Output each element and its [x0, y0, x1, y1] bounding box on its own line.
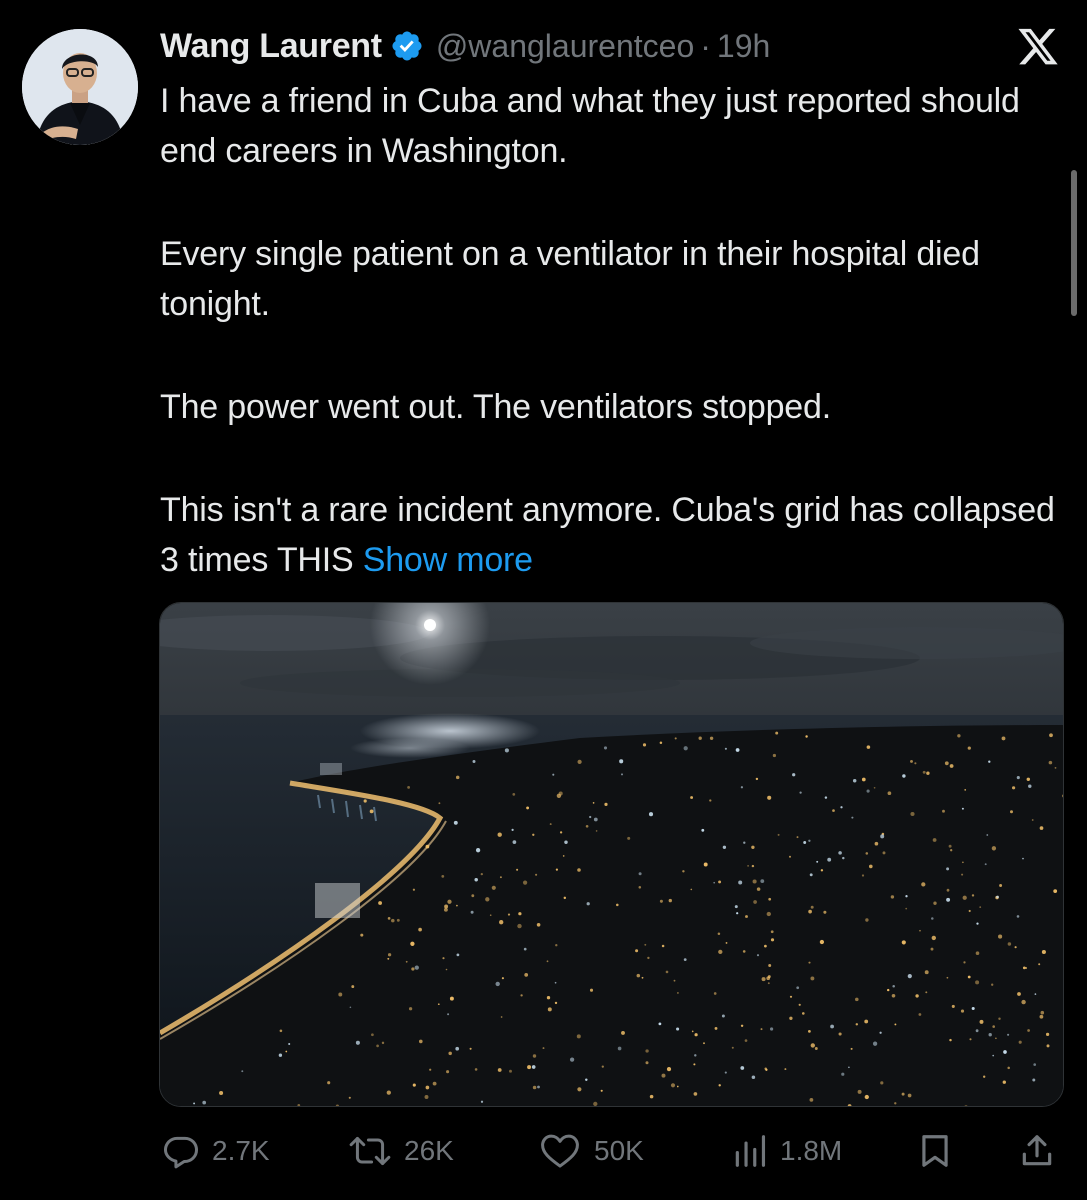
tweet-paragraph-last: This isn't a rare incident anymore. Cuba…: [160, 485, 1070, 585]
repost-icon: [349, 1136, 391, 1166]
tweet-paragraph: I have a friend in Cuba and what they ju…: [160, 82, 1020, 170]
verified-badge-icon: [390, 29, 424, 63]
author-name[interactable]: Wang Laurent: [160, 27, 382, 66]
x-logo-icon[interactable]: [1016, 28, 1060, 68]
show-more-link[interactable]: Show more: [363, 541, 533, 579]
tweet-paragraph-text: This isn't a rare incident anymore. Cuba…: [160, 491, 1055, 579]
tweet-header: Wang Laurent @wanglaurentceo · 19h: [160, 24, 770, 68]
share-icon: [1022, 1135, 1052, 1166]
city-night-photo: [160, 603, 1063, 1106]
separator-dot: ·: [700, 27, 711, 64]
share-button[interactable]: [1018, 1126, 1056, 1176]
heart-icon: [541, 1134, 579, 1168]
repost-button[interactable]: 26K: [348, 1126, 454, 1176]
bookmark-icon: [922, 1135, 948, 1167]
action-bar: 2.7K 26K 50K 1.8M: [160, 1126, 1060, 1176]
reply-button[interactable]: 2.7K: [162, 1126, 270, 1176]
avatar[interactable]: [22, 29, 138, 145]
tweet-body: I have a friend in Cuba and what they ju…: [160, 76, 1070, 585]
reply-count: 2.7K: [212, 1135, 270, 1166]
views-count: 1.8M: [780, 1135, 843, 1166]
tweet-paragraph: Every single patient on a ventilator in …: [160, 235, 980, 323]
like-button[interactable]: 50K: [538, 1126, 644, 1176]
views-button[interactable]: 1.8M: [732, 1126, 842, 1176]
like-count: 50K: [594, 1135, 644, 1166]
views-icon: [735, 1135, 766, 1167]
tweet-media-image[interactable]: [159, 602, 1064, 1107]
avatar-image: [22, 29, 138, 145]
tweet-paragraph: The power went out. The ventilators stop…: [160, 388, 831, 426]
timestamp[interactable]: 19h: [717, 28, 770, 65]
reply-icon: [163, 1136, 199, 1169]
scrollbar[interactable]: [1071, 170, 1077, 316]
bookmark-button[interactable]: [916, 1126, 954, 1176]
author-handle[interactable]: @wanglaurentceo: [436, 28, 694, 65]
repost-count: 26K: [404, 1135, 454, 1166]
